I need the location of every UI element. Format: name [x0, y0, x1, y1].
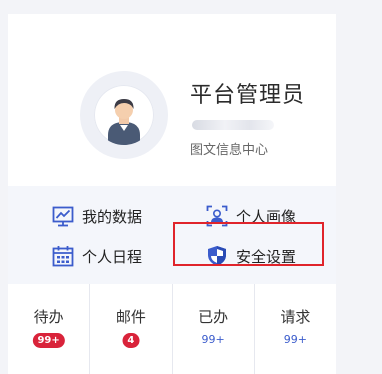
- security-settings-highlight: [173, 222, 324, 266]
- avatar-ring: [80, 71, 168, 159]
- stat-todo-badge: 99+: [32, 333, 65, 348]
- person-icon: [108, 99, 140, 145]
- stat-request-count: 99+: [283, 333, 307, 346]
- stat-request[interactable]: 请求 99+: [255, 284, 336, 374]
- account-id-masked: [192, 120, 274, 130]
- chart-monitor-icon: [52, 206, 74, 227]
- stat-todo[interactable]: 待办 99+: [8, 284, 91, 374]
- menu-my-data[interactable]: 我的数据: [52, 203, 142, 229]
- stat-done[interactable]: 已办 99+: [173, 284, 255, 374]
- stat-mail-label: 邮件: [115, 308, 146, 326]
- profile-header: 平台管理员 图文信息中心: [8, 14, 336, 186]
- menu-my-data-label: 我的数据: [82, 207, 143, 226]
- menu-personal-schedule[interactable]: 个人日程: [52, 243, 142, 269]
- stats-bar: 待办 99+ 邮件 4 已办 99+ 请求 99+: [8, 284, 336, 374]
- stat-done-label: 已办: [198, 308, 229, 326]
- user-name: 平台管理员: [190, 83, 306, 108]
- stat-request-label: 请求: [280, 308, 311, 326]
- stat-mail[interactable]: 邮件 4: [90, 284, 173, 374]
- user-department: 图文信息中心: [190, 143, 269, 158]
- stat-mail-badge: 4: [122, 333, 140, 348]
- stat-done-count: 99+: [201, 333, 225, 346]
- user-card: 平台管理员 图文信息中心 我的数据 个人画像 个人日程 安全设置 待办 99+ …: [8, 14, 336, 374]
- menu-personal-schedule-label: 个人日程: [82, 247, 143, 266]
- stat-todo-label: 待办: [33, 308, 64, 326]
- calendar-icon: [52, 246, 74, 267]
- avatar[interactable]: [94, 85, 154, 145]
